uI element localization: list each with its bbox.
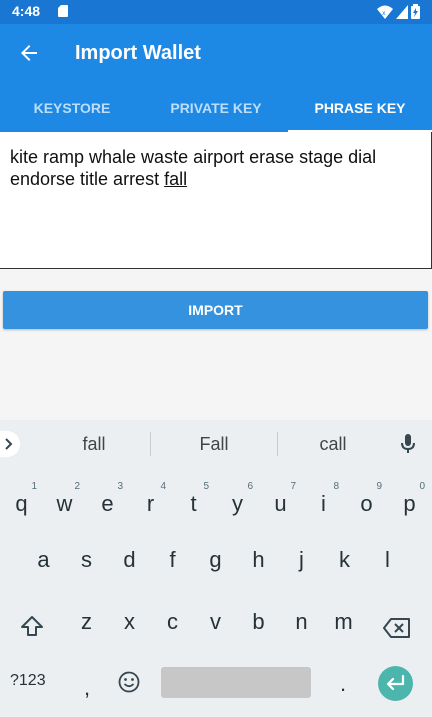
status-icons: x bbox=[377, 4, 420, 19]
key-y[interactable]: y6 bbox=[216, 481, 259, 526]
key-u[interactable]: u7 bbox=[259, 481, 302, 526]
phrase-text: kite ramp whale waste airport erase stag… bbox=[0, 132, 431, 204]
key-a[interactable]: a bbox=[22, 538, 65, 582]
key-o[interactable]: o9 bbox=[345, 481, 388, 526]
phrase-text-main: kite ramp whale waste airport erase stag… bbox=[10, 147, 377, 189]
key-label: r bbox=[146, 491, 155, 516]
sd-card-icon bbox=[58, 5, 68, 17]
microphone-icon[interactable] bbox=[401, 434, 415, 454]
key-hint: 2 bbox=[74, 481, 80, 492]
key-i[interactable]: i8 bbox=[302, 481, 345, 526]
key-row-1: q1 w2 e3 r4 t5 y6 u7 i8 o9 p0 bbox=[0, 481, 432, 526]
app-bar: Import Wallet bbox=[0, 24, 432, 84]
status-bar: 4:48 x bbox=[0, 0, 432, 24]
space-bar[interactable] bbox=[161, 667, 311, 698]
symbols-key[interactable]: ?123 bbox=[10, 672, 46, 690]
back-arrow-icon[interactable] bbox=[17, 41, 41, 65]
wifi-icon: x bbox=[377, 5, 393, 19]
emoji-icon[interactable] bbox=[118, 671, 140, 693]
backspace-icon[interactable] bbox=[383, 618, 411, 638]
key-hint: 6 bbox=[247, 481, 253, 492]
key-label: e bbox=[101, 491, 114, 516]
tab-bar: KEYSTORE PRIVATE KEY PHRASE KEY bbox=[0, 84, 432, 132]
key-m[interactable]: m bbox=[322, 600, 365, 644]
suggestion-divider bbox=[150, 432, 151, 456]
key-hint: 4 bbox=[160, 481, 166, 492]
key-n[interactable]: n bbox=[280, 600, 323, 644]
key-label: p bbox=[403, 491, 416, 516]
svg-text:x: x bbox=[382, 10, 386, 17]
key-hint: 8 bbox=[333, 481, 339, 492]
tab-phrase-key[interactable]: PHRASE KEY bbox=[288, 84, 432, 132]
key-label: o bbox=[360, 491, 373, 516]
phrase-text-composing: fall bbox=[164, 169, 188, 189]
key-label: u bbox=[274, 491, 287, 516]
key-hint: 0 bbox=[419, 481, 425, 492]
enter-icon bbox=[386, 675, 405, 691]
comma-key[interactable]: , bbox=[84, 675, 90, 701]
key-l[interactable]: l bbox=[366, 538, 409, 582]
key-label: y bbox=[232, 491, 243, 516]
key-g[interactable]: g bbox=[194, 538, 237, 582]
key-label: w bbox=[56, 491, 73, 516]
key-b[interactable]: b bbox=[237, 600, 280, 644]
signal-icon bbox=[396, 4, 408, 19]
key-hint: 9 bbox=[376, 481, 382, 492]
key-p[interactable]: p0 bbox=[388, 481, 431, 526]
key-hint: 1 bbox=[31, 481, 37, 492]
key-q[interactable]: q1 bbox=[0, 481, 43, 526]
key-label: i bbox=[321, 491, 326, 516]
status-time: 4:48 bbox=[12, 3, 41, 19]
key-c[interactable]: c bbox=[151, 600, 194, 644]
suggestion-1[interactable]: fall bbox=[39, 420, 149, 468]
key-e[interactable]: e3 bbox=[86, 481, 129, 526]
key-t[interactable]: t5 bbox=[172, 481, 215, 526]
chevron-right-icon bbox=[5, 438, 13, 450]
suggestion-3[interactable]: call bbox=[278, 420, 388, 468]
key-hint: 5 bbox=[203, 481, 209, 492]
enter-button[interactable] bbox=[378, 666, 413, 701]
key-hint: 7 bbox=[290, 481, 296, 492]
keyboard: fall Fall call q1 w2 e3 r4 t5 y6 u7 i8 o… bbox=[0, 420, 432, 717]
key-d[interactable]: d bbox=[108, 538, 151, 582]
key-hint: 3 bbox=[117, 481, 123, 492]
tab-private-key[interactable]: PRIVATE KEY bbox=[144, 84, 288, 132]
import-button[interactable]: IMPORT bbox=[3, 291, 428, 329]
key-w[interactable]: w2 bbox=[43, 481, 86, 526]
page-title: Import Wallet bbox=[75, 42, 201, 64]
suggestion-strip: fall Fall call bbox=[0, 420, 432, 468]
phrase-input[interactable]: kite ramp whale waste airport erase stag… bbox=[0, 132, 432, 269]
key-f[interactable]: f bbox=[151, 538, 194, 582]
key-r[interactable]: r4 bbox=[129, 481, 172, 526]
tab-keystore[interactable]: KEYSTORE bbox=[0, 84, 144, 132]
expand-toolbar-button[interactable] bbox=[0, 431, 20, 457]
key-label: q bbox=[15, 491, 28, 516]
key-v[interactable]: v bbox=[194, 600, 237, 644]
key-x[interactable]: x bbox=[108, 600, 151, 644]
key-row-3: z x c v b n m bbox=[0, 600, 432, 644]
key-s[interactable]: s bbox=[65, 538, 108, 582]
key-label: t bbox=[190, 491, 197, 516]
key-row-2: a s d f g h j k l bbox=[0, 538, 432, 582]
battery-icon bbox=[411, 4, 420, 19]
key-j[interactable]: j bbox=[280, 538, 323, 582]
period-key[interactable]: . bbox=[340, 671, 346, 697]
key-k[interactable]: k bbox=[323, 538, 366, 582]
suggestion-2[interactable]: Fall bbox=[159, 420, 269, 468]
key-z[interactable]: z bbox=[65, 600, 108, 644]
key-h[interactable]: h bbox=[237, 538, 280, 582]
